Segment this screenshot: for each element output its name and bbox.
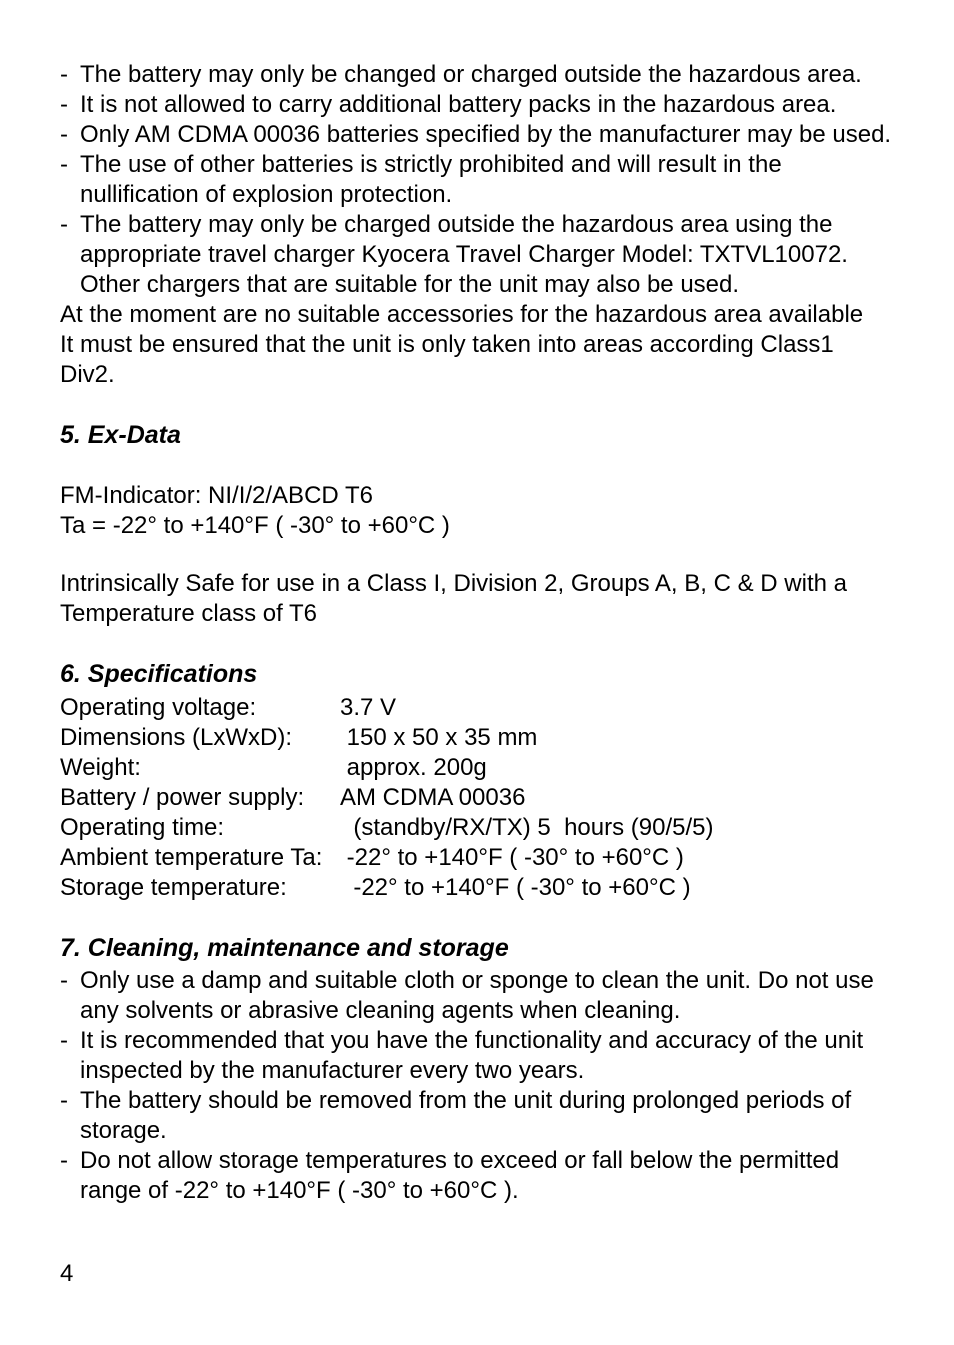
list-item-text: It is not allowed to carry additional ba… [80,90,894,120]
page-number: 4 [60,1259,73,1289]
list-item: -Only use a damp and suitable cloth or s… [60,966,894,1026]
exdata-line-3: Intrinsically Safe for use in a Class I,… [60,569,894,629]
list-item: -The battery may only be changed or char… [60,60,894,90]
spec-label: Dimensions (LxWxD): [60,723,340,753]
dash-icon: - [60,210,80,300]
dash-icon: - [60,1146,80,1206]
dash-icon: - [60,1086,80,1146]
list-item: -It is not allowed to carry additional b… [60,90,894,120]
list-item-text: The use of other batteries is strictly p… [80,150,894,210]
table-row: Operating voltage:3.7 V [60,693,714,723]
list-item-text: It is recommended that you have the func… [80,1026,894,1086]
heading-ex-data: 5. Ex-Data [60,420,894,451]
list-item: -It is recommended that you have the fun… [60,1026,894,1086]
spec-value: (standby/RX/TX) 5 hours (90/5/5) [340,813,714,843]
dash-icon: - [60,90,80,120]
exdata-line-1: FM-Indicator: NI/I/2/ABCD T6 [60,481,894,511]
heading-specifications: 6. Specifications [60,659,894,690]
spec-label: Weight: [60,753,340,783]
heading-cleaning: 7. Cleaning, maintenance and storage [60,933,894,964]
spec-value: approx. 200g [340,753,714,783]
dash-icon: - [60,60,80,90]
list-item-text: Do not allow storage temperatures to exc… [80,1146,894,1206]
list-item: -The use of other batteries is strictly … [60,150,894,210]
spec-value: -22° to +140°F ( -30° to +60°C ) [340,873,714,903]
list-item-text: The battery may only be changed or charg… [80,60,894,90]
list-item: -The battery may only be charged outside… [60,210,894,300]
spec-label: Battery / power supply: [60,783,340,813]
table-row: Storage temperature: -22° to +140°F ( -3… [60,873,714,903]
table-row: Operating time: (standby/RX/TX) 5 hours … [60,813,714,843]
document-page: -The battery may only be changed or char… [0,0,954,1345]
spec-label: Storage temperature: [60,873,340,903]
list-item: -The battery should be removed from the … [60,1086,894,1146]
list-item-text: The battery may only be charged outside … [80,210,894,300]
table-row: Ambient temperature Ta: -22° to +140°F (… [60,843,714,873]
exdata-line-2: Ta = -22° to +140°F ( -30° to +60°C ) [60,511,894,541]
list-item: -Do not allow storage temperatures to ex… [60,1146,894,1206]
spec-label: Operating time: [60,813,340,843]
list-item-text: Only use a damp and suitable cloth or sp… [80,966,894,1026]
spec-label: Ambient temperature Ta: [60,843,340,873]
paragraph-accessories: At the moment are no suitable accessorie… [60,300,894,330]
table-row: Weight: approx. 200g [60,753,714,783]
dash-icon: - [60,1026,80,1086]
spec-label: Operating voltage: [60,693,340,723]
spec-value: -22° to +140°F ( -30° to +60°C ) [340,843,714,873]
paragraph-class1div2: It must be ensured that the unit is only… [60,330,894,390]
spec-value: 3.7 V [340,693,714,723]
table-row: Battery / power supply:AM CDMA 00036 [60,783,714,813]
dash-icon: - [60,150,80,210]
list-item: -Only AM CDMA 00036 batteries specified … [60,120,894,150]
specifications-table: Operating voltage:3.7 VDimensions (LxWxD… [60,693,714,903]
list-item-text: The battery should be removed from the u… [80,1086,894,1146]
dash-icon: - [60,120,80,150]
list-item-text: Only AM CDMA 00036 batteries specified b… [80,120,894,150]
spec-value: AM CDMA 00036 [340,783,714,813]
dash-icon: - [60,966,80,1026]
cleaning-bullet-list: -Only use a damp and suitable cloth or s… [60,966,894,1206]
top-bullet-list: -The battery may only be changed or char… [60,60,894,300]
spec-value: 150 x 50 x 35 mm [340,723,714,753]
table-row: Dimensions (LxWxD): 150 x 50 x 35 mm [60,723,714,753]
